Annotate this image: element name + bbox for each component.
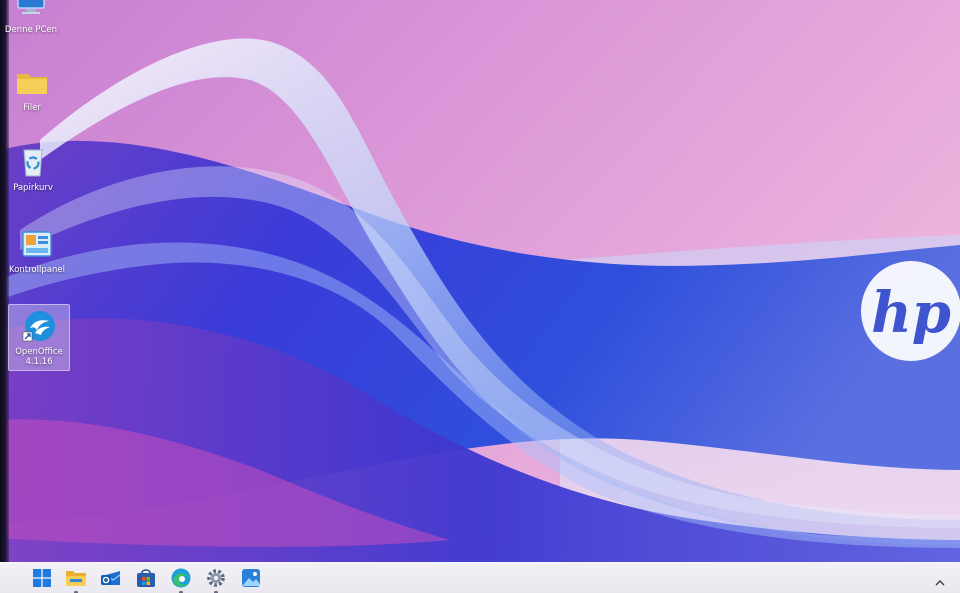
- desktop-wallpaper: hp: [0, 0, 960, 593]
- microsoft-store-icon: [135, 567, 157, 593]
- desktop-icon-this-pc[interactable]: Denne PCen: [2, 0, 60, 35]
- taskbar-microsoft-store[interactable]: [135, 569, 157, 591]
- windows-start-icon: [32, 568, 52, 592]
- photos-icon: [240, 567, 262, 593]
- desktop-icon-kontrollpanel[interactable]: Kontrollpanel: [8, 226, 66, 275]
- openoffice-icon: [21, 308, 57, 344]
- desktop-icon-label: Denne PCen: [4, 25, 58, 35]
- recycle-bin-icon: [15, 144, 51, 180]
- desktop-screen: hp Denne PCen Filer Papirkurv Kontrollpa…: [0, 0, 960, 593]
- desktop-icon-papirkurv[interactable]: Papirkurv: [4, 144, 62, 193]
- control-panel-icon: [19, 226, 55, 262]
- desktop-icon-label: Kontrollpanel: [9, 265, 65, 275]
- tray-overflow-button[interactable]: [934, 574, 946, 586]
- desktop-icon-openoffice[interactable]: OpenOffice 4.1.16: [8, 304, 70, 371]
- taskbar: [0, 562, 960, 593]
- taskbar-edge[interactable]: [170, 567, 192, 593]
- edge-browser-icon: [170, 567, 192, 593]
- outlook-icon: [100, 567, 122, 593]
- taskbar-photos[interactable]: [240, 569, 262, 591]
- this-pc-icon: [13, 0, 49, 22]
- desktop-icon-label: Papirkurv: [13, 183, 53, 193]
- taskbar-file-explorer[interactable]: [65, 567, 87, 593]
- chevron-up-icon: [934, 574, 946, 593]
- desktop-icon-label: Filer: [23, 103, 41, 113]
- desktop-icon-label: OpenOffice 4.1.16: [15, 347, 63, 367]
- file-explorer-icon: [65, 567, 87, 593]
- taskbar-outlook[interactable]: [100, 569, 122, 591]
- folder-icon: [14, 64, 50, 100]
- start-button[interactable]: [31, 569, 53, 591]
- hp-logo: hp: [861, 261, 960, 361]
- taskbar-settings[interactable]: [205, 567, 227, 593]
- settings-gear-icon: [205, 567, 227, 593]
- desktop-icon-filer[interactable]: Filer: [3, 64, 61, 113]
- hp-logo-text: hp: [871, 280, 951, 346]
